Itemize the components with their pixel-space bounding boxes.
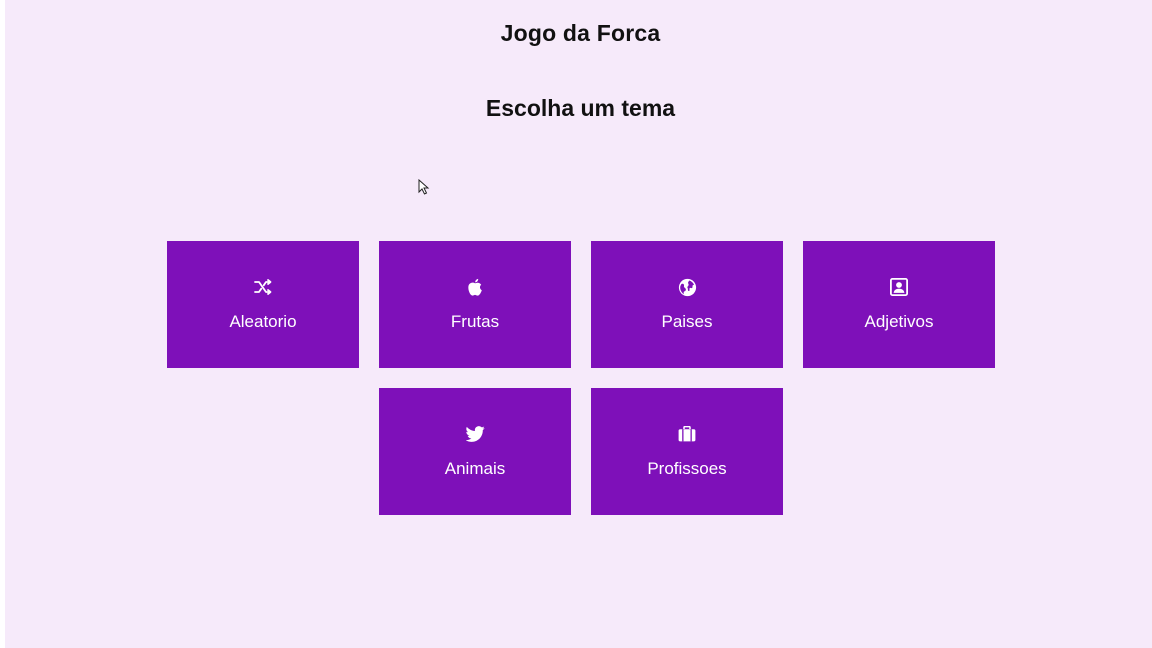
theme-card-aleatorio[interactable]: Aleatorio — [167, 241, 359, 368]
theme-card-adjetivos[interactable]: Adjetivos — [803, 241, 995, 368]
apple-icon — [379, 277, 571, 297]
theme-card-paises[interactable]: Paises — [591, 241, 783, 368]
theme-label-animais: Animais — [444, 459, 506, 478]
theme-label-paises: Paises — [661, 312, 713, 331]
shuffle-icon — [167, 277, 359, 297]
theme-label-aleatorio: Aleatorio — [229, 312, 297, 331]
app-title: Jogo da Forca — [500, 20, 661, 46]
twitter-bird-icon — [379, 424, 571, 444]
theme-card-animais[interactable]: Animais — [379, 388, 571, 515]
mouse-cursor-icon — [418, 178, 430, 195]
theme-label-frutas: Frutas — [450, 312, 500, 331]
theme-card-profissoes[interactable]: Profissoes — [591, 388, 783, 515]
briefcase-icon — [591, 424, 783, 444]
theme-label-adjetivos: Adjetivos — [864, 312, 934, 331]
theme-label-profissoes: Profissoes — [647, 459, 727, 478]
globe-icon — [591, 277, 783, 297]
page-subtitle: Escolha um tema — [485, 95, 676, 121]
theme-card-frutas[interactable]: Frutas — [379, 241, 571, 368]
portrait-icon — [803, 277, 995, 297]
